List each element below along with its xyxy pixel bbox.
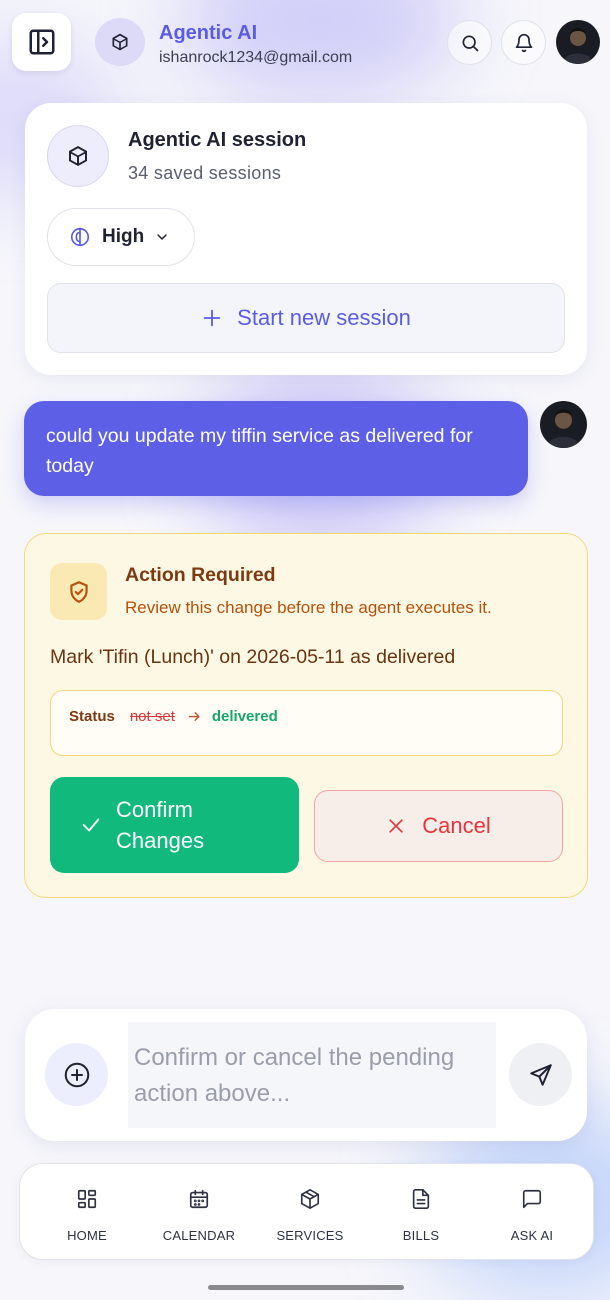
- user-message-bubble: could you update my tiffin service as de…: [24, 401, 528, 496]
- nav-item-services[interactable]: SERVICES: [255, 1164, 365, 1261]
- diff-new-value: delivered: [211, 708, 278, 725]
- nav-item-ask-ai[interactable]: ASK AI: [477, 1164, 587, 1261]
- confirm-changes-label: Confirm Changes: [116, 797, 205, 853]
- action-required-card: Action Required Review this change befor…: [24, 533, 588, 898]
- sidebar-toggle-button[interactable]: [12, 13, 71, 71]
- start-new-session-button[interactable]: Start new session: [47, 283, 565, 353]
- reasoning-mode-select[interactable]: High: [47, 208, 195, 266]
- session-card: Agentic AI session 34 saved sessions Hig…: [25, 103, 587, 375]
- nav-label-ask-ai: ASK AI: [510, 1228, 554, 1243]
- nav-item-home[interactable]: HOME: [32, 1164, 142, 1261]
- start-new-session-label: Start new session: [237, 305, 411, 330]
- saved-sessions-count: 34 saved sessions: [128, 163, 282, 183]
- plus-icon: [203, 309, 221, 327]
- user-photo-icon: [562, 28, 594, 64]
- diff-old-value: not set: [129, 708, 175, 725]
- close-icon: [389, 819, 403, 833]
- app-name: Agentic AI: [159, 22, 258, 44]
- document-icon: [412, 1189, 430, 1209]
- nav-item-bills[interactable]: BILLS: [366, 1164, 476, 1261]
- action-title: Action Required: [125, 564, 276, 586]
- message-composer: [25, 1009, 587, 1141]
- nav-label-bills: BILLS: [402, 1228, 440, 1243]
- reasoning-mode-label: High: [102, 226, 145, 247]
- bottom-navigation: HOME CALENDAR SERVICES BILLS ASK AI: [19, 1163, 594, 1260]
- profile-avatar[interactable]: [556, 20, 600, 64]
- search-icon: [462, 35, 478, 51]
- arrow-right-icon: [188, 712, 200, 721]
- nav-label-home: HOME: [67, 1228, 107, 1243]
- nav-label-calendar: CALENDAR: [162, 1228, 236, 1243]
- plus-circle-icon: [64, 1062, 89, 1087]
- chevron-down-icon: [157, 234, 167, 240]
- calendar-icon: [189, 1189, 209, 1209]
- change-diff: Status not set delivered: [50, 690, 563, 756]
- sidebar-toggle-icon: [29, 29, 54, 55]
- send-button[interactable]: [509, 1043, 572, 1106]
- action-subtitle: Review this change before the agent exec…: [125, 598, 492, 617]
- bell-icon: [515, 33, 532, 52]
- package-icon: [300, 1189, 320, 1209]
- send-icon: [529, 1063, 552, 1086]
- app-header: Agentic AI ishanrock1234@gmail.com: [0, 0, 610, 90]
- brain-icon: [70, 227, 90, 247]
- user-message-avatar: [540, 401, 587, 448]
- nav-label-services: SERVICES: [276, 1228, 344, 1243]
- account-email: ishanrock1234@gmail.com: [159, 49, 353, 66]
- attach-button[interactable]: [45, 1043, 108, 1106]
- user-photo-icon: [546, 409, 581, 448]
- session-icon-badge: [47, 125, 109, 187]
- check-icon: [82, 818, 100, 832]
- chat-icon: [522, 1189, 542, 1209]
- message-input[interactable]: [128, 1022, 496, 1128]
- home-indicator: [208, 1285, 404, 1290]
- cube-icon: [69, 146, 87, 166]
- cancel-button[interactable]: Cancel: [314, 790, 563, 862]
- shield-badge: [50, 563, 107, 620]
- search-button[interactable]: [447, 20, 492, 65]
- confirm-changes-button[interactable]: Confirm Changes: [50, 777, 299, 873]
- cube-icon: [112, 33, 128, 51]
- session-title: Agentic AI session: [128, 129, 307, 151]
- home-grid-icon: [77, 1189, 97, 1209]
- brand-logo: [95, 18, 145, 66]
- action-description: Mark 'Tifin (Lunch)' on 2026-05-11 as de…: [50, 646, 456, 668]
- cancel-label: Cancel: [422, 813, 491, 838]
- diff-field-name: Status: [69, 708, 115, 725]
- shield-check-icon: [69, 580, 88, 603]
- nav-item-calendar[interactable]: CALENDAR: [144, 1164, 254, 1261]
- notifications-button[interactable]: [501, 20, 546, 65]
